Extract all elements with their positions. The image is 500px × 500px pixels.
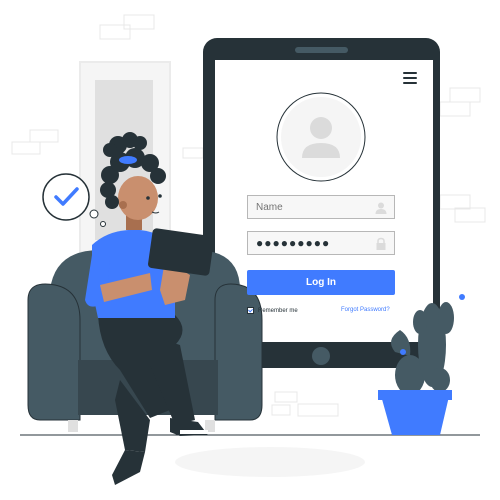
- remember-label: Remember me: [258, 307, 298, 314]
- forgot-password-link[interactable]: Forgot Password?: [341, 307, 390, 313]
- remember-checkbox[interactable]: [247, 307, 254, 314]
- remember-me[interactable]: Remember me: [247, 307, 298, 314]
- floor-shadow: [175, 447, 365, 477]
- name-input[interactable]: [248, 196, 374, 218]
- login-screen: Log In Remember me Forgot Password?: [215, 60, 433, 340]
- hamburger-menu-icon[interactable]: [403, 72, 417, 84]
- password-input[interactable]: [248, 232, 374, 254]
- password-field: [247, 231, 395, 255]
- lock-icon: [376, 237, 386, 250]
- name-field: [247, 195, 395, 219]
- login-button[interactable]: Log In: [247, 270, 395, 295]
- user-icon: [375, 202, 387, 214]
